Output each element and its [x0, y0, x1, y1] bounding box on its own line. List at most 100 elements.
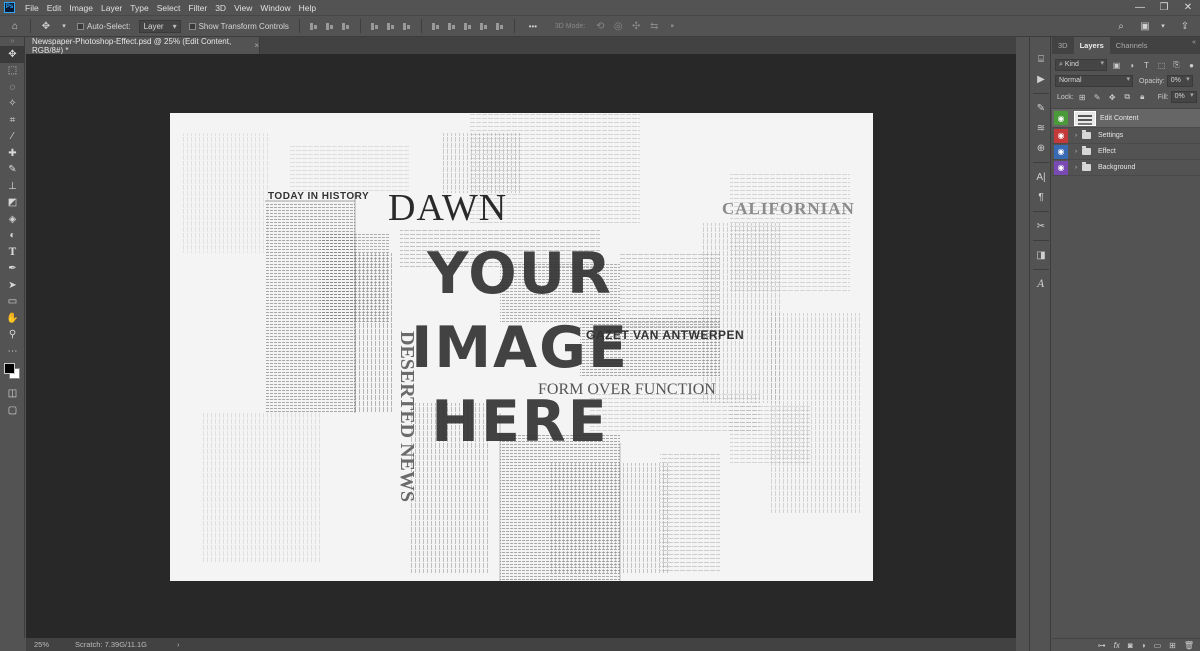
delete-layer-icon[interactable]: 🗑︎ [1184, 641, 1194, 650]
menu-window[interactable]: Window [256, 3, 294, 13]
path-selection-tool-icon[interactable]: ➤ [0, 277, 25, 294]
color-swatches[interactable] [0, 360, 25, 386]
zoom-tool-icon[interactable]: ⚲ [0, 327, 25, 344]
pen-tool-icon[interactable]: ✒ [0, 261, 25, 278]
auto-select-target-dropdown[interactable]: Layer [138, 19, 181, 33]
expand-group-icon[interactable]: › [1072, 149, 1080, 155]
menu-layer[interactable]: Layer [97, 3, 126, 13]
chevron-down-icon[interactable]: ▾ [1156, 19, 1170, 33]
scale-3d-icon[interactable]: ▪ [665, 19, 679, 33]
crop-tool-icon[interactable]: ⌗ [0, 112, 25, 129]
brush-settings-icon[interactable]: ✎ [1030, 98, 1052, 118]
kind-filter-dropdown[interactable]: ⌕ Kind [1055, 59, 1107, 71]
quick-mask-icon[interactable]: ◫ [0, 386, 25, 403]
status-menu-arrow[interactable]: › [177, 640, 180, 649]
expand-group-icon[interactable]: › [1072, 165, 1080, 171]
distribute-right-icon[interactable] [495, 21, 505, 31]
dodge-tool-icon[interactable]: ◐ [0, 228, 25, 245]
zoom-level[interactable]: 25% [34, 640, 49, 649]
orbit-3d-icon[interactable]: ⟲ [593, 19, 607, 33]
drag-3d-icon[interactable]: ✣ [629, 19, 643, 33]
more-options-button[interactable]: ••• [523, 19, 543, 33]
lock-artboard-icon[interactable]: ⧉ [1122, 92, 1133, 103]
foreground-color-swatch[interactable] [4, 362, 15, 374]
layer-row-edit-content[interactable]: ◉ Edit Content [1052, 109, 1200, 128]
align-middle-icon[interactable] [386, 21, 396, 31]
eraser-tool-icon[interactable]: ◩ [0, 195, 25, 212]
type-tool-icon[interactable]: T [0, 244, 25, 261]
glyphs-panel-icon[interactable]: A [1030, 274, 1052, 294]
lock-transparency-icon[interactable]: ⊞ [1077, 92, 1088, 103]
fill-input[interactable]: 0% [1170, 91, 1197, 103]
align-top-icon[interactable] [370, 21, 380, 31]
character-panel-icon[interactable]: A| [1030, 167, 1052, 187]
lock-position-icon[interactable]: ✥ [1107, 92, 1118, 103]
clone-stamp-tool-icon[interactable]: ⊥ [0, 178, 25, 195]
brushes-panel-icon[interactable]: ≋ [1030, 118, 1052, 138]
blend-mode-dropdown[interactable]: Normal [1055, 75, 1133, 87]
roll-3d-icon[interactable]: ◎ [611, 19, 625, 33]
distribute-middle-icon[interactable] [447, 21, 457, 31]
chevron-down-icon[interactable]: ▾ [57, 19, 71, 33]
auto-select-checkbox[interactable]: Auto-Select: [77, 22, 131, 31]
healing-brush-tool-icon[interactable]: ✚ [0, 145, 25, 162]
paragraph-panel-icon[interactable]: ¶ [1030, 187, 1052, 207]
visibility-eye-icon[interactable]: ◉ [1054, 111, 1068, 125]
align-center-icon[interactable] [325, 21, 335, 31]
distribute-top-icon[interactable] [431, 21, 441, 31]
tab-3d[interactable]: 3D [1052, 37, 1074, 54]
properties-panel-icon[interactable]: ◨ [1030, 245, 1052, 265]
opacity-input[interactable]: 0% [1166, 75, 1193, 87]
document-tab[interactable]: Newspaper-Photoshop-Effect.psd @ 25% (Ed… [26, 37, 260, 55]
adjustment-layer-icon[interactable]: ◑ [1141, 641, 1146, 650]
menu-3d[interactable]: 3D [211, 3, 230, 13]
menu-view[interactable]: View [230, 3, 256, 13]
collapse-panel-icon[interactable]: « [1192, 39, 1196, 46]
distribute-left-icon[interactable] [479, 21, 489, 31]
align-left-icon[interactable] [309, 21, 319, 31]
menu-filter[interactable]: Filter [184, 3, 211, 13]
new-group-icon[interactable]: ▭ [1154, 641, 1162, 650]
pixel-filter-icon[interactable]: ▣ [1111, 60, 1122, 71]
close-tab-icon[interactable]: × [254, 41, 259, 50]
document-canvas[interactable]: TODAY IN HISTORY DAWN CALIFORNIAN GAZET … [170, 113, 873, 581]
menu-help[interactable]: Help [295, 3, 320, 13]
hand-tool-icon[interactable]: ✋ [0, 310, 25, 327]
adjustment-filter-icon[interactable]: ◑ [1126, 60, 1137, 71]
screen-mode-icon[interactable]: ▢ [0, 402, 25, 419]
collapse-toolbar-icon[interactable]: » [0, 37, 25, 46]
align-bottom-icon[interactable] [402, 21, 412, 31]
lock-pixels-icon[interactable]: ✎ [1092, 92, 1103, 103]
tool-presets-icon[interactable]: ✂ [1030, 216, 1052, 236]
visibility-eye-icon[interactable]: ◉ [1054, 128, 1068, 143]
layer-row-settings[interactable]: ◉ › Settings [1052, 128, 1200, 144]
brush-tool-icon[interactable]: ✎ [0, 162, 25, 179]
home-icon[interactable]: ⌂ [8, 19, 22, 33]
tab-channels[interactable]: Channels [1110, 37, 1154, 54]
move-tool-icon[interactable]: ✥ [39, 19, 53, 33]
search-icon[interactable]: ⌕ [1114, 19, 1128, 33]
workspace-icon[interactable]: ▣ [1138, 19, 1152, 33]
align-right-icon[interactable] [341, 21, 351, 31]
menu-type[interactable]: Type [126, 3, 152, 13]
menu-image[interactable]: Image [65, 3, 97, 13]
clone-source-icon[interactable]: ⊕ [1030, 138, 1052, 158]
layer-row-background[interactable]: ◉ › Background [1052, 160, 1200, 176]
layer-row-effect[interactable]: ◉ › Effect [1052, 144, 1200, 160]
smart-object-filter-icon[interactable]: ⎘ [1171, 60, 1182, 71]
visibility-eye-icon[interactable]: ◉ [1054, 160, 1068, 175]
actions-panel-icon[interactable]: ▶ [1030, 69, 1052, 89]
add-mask-icon[interactable]: ◙ [1128, 641, 1133, 650]
canvas-workspace[interactable]: TODAY IN HISTORY DAWN CALIFORNIAN GAZET … [26, 54, 1016, 638]
show-transform-checkbox[interactable]: Show Transform Controls [188, 22, 289, 31]
restore-button[interactable]: ❐ [1152, 0, 1176, 15]
move-tool-icon[interactable]: ✥ [0, 46, 25, 63]
lasso-tool-icon[interactable]: ◌ [0, 79, 25, 96]
new-layer-icon[interactable]: ⊞ [1169, 641, 1176, 650]
eyedropper-tool-icon[interactable]: ⁄ [0, 129, 25, 146]
paint-bucket-tool-icon[interactable]: ◈ [0, 211, 25, 228]
distribute-bottom-icon[interactable] [463, 21, 473, 31]
type-filter-icon[interactable]: T [1141, 60, 1152, 71]
expand-group-icon[interactable]: › [1072, 133, 1080, 139]
visibility-eye-icon[interactable]: ◉ [1054, 144, 1068, 159]
